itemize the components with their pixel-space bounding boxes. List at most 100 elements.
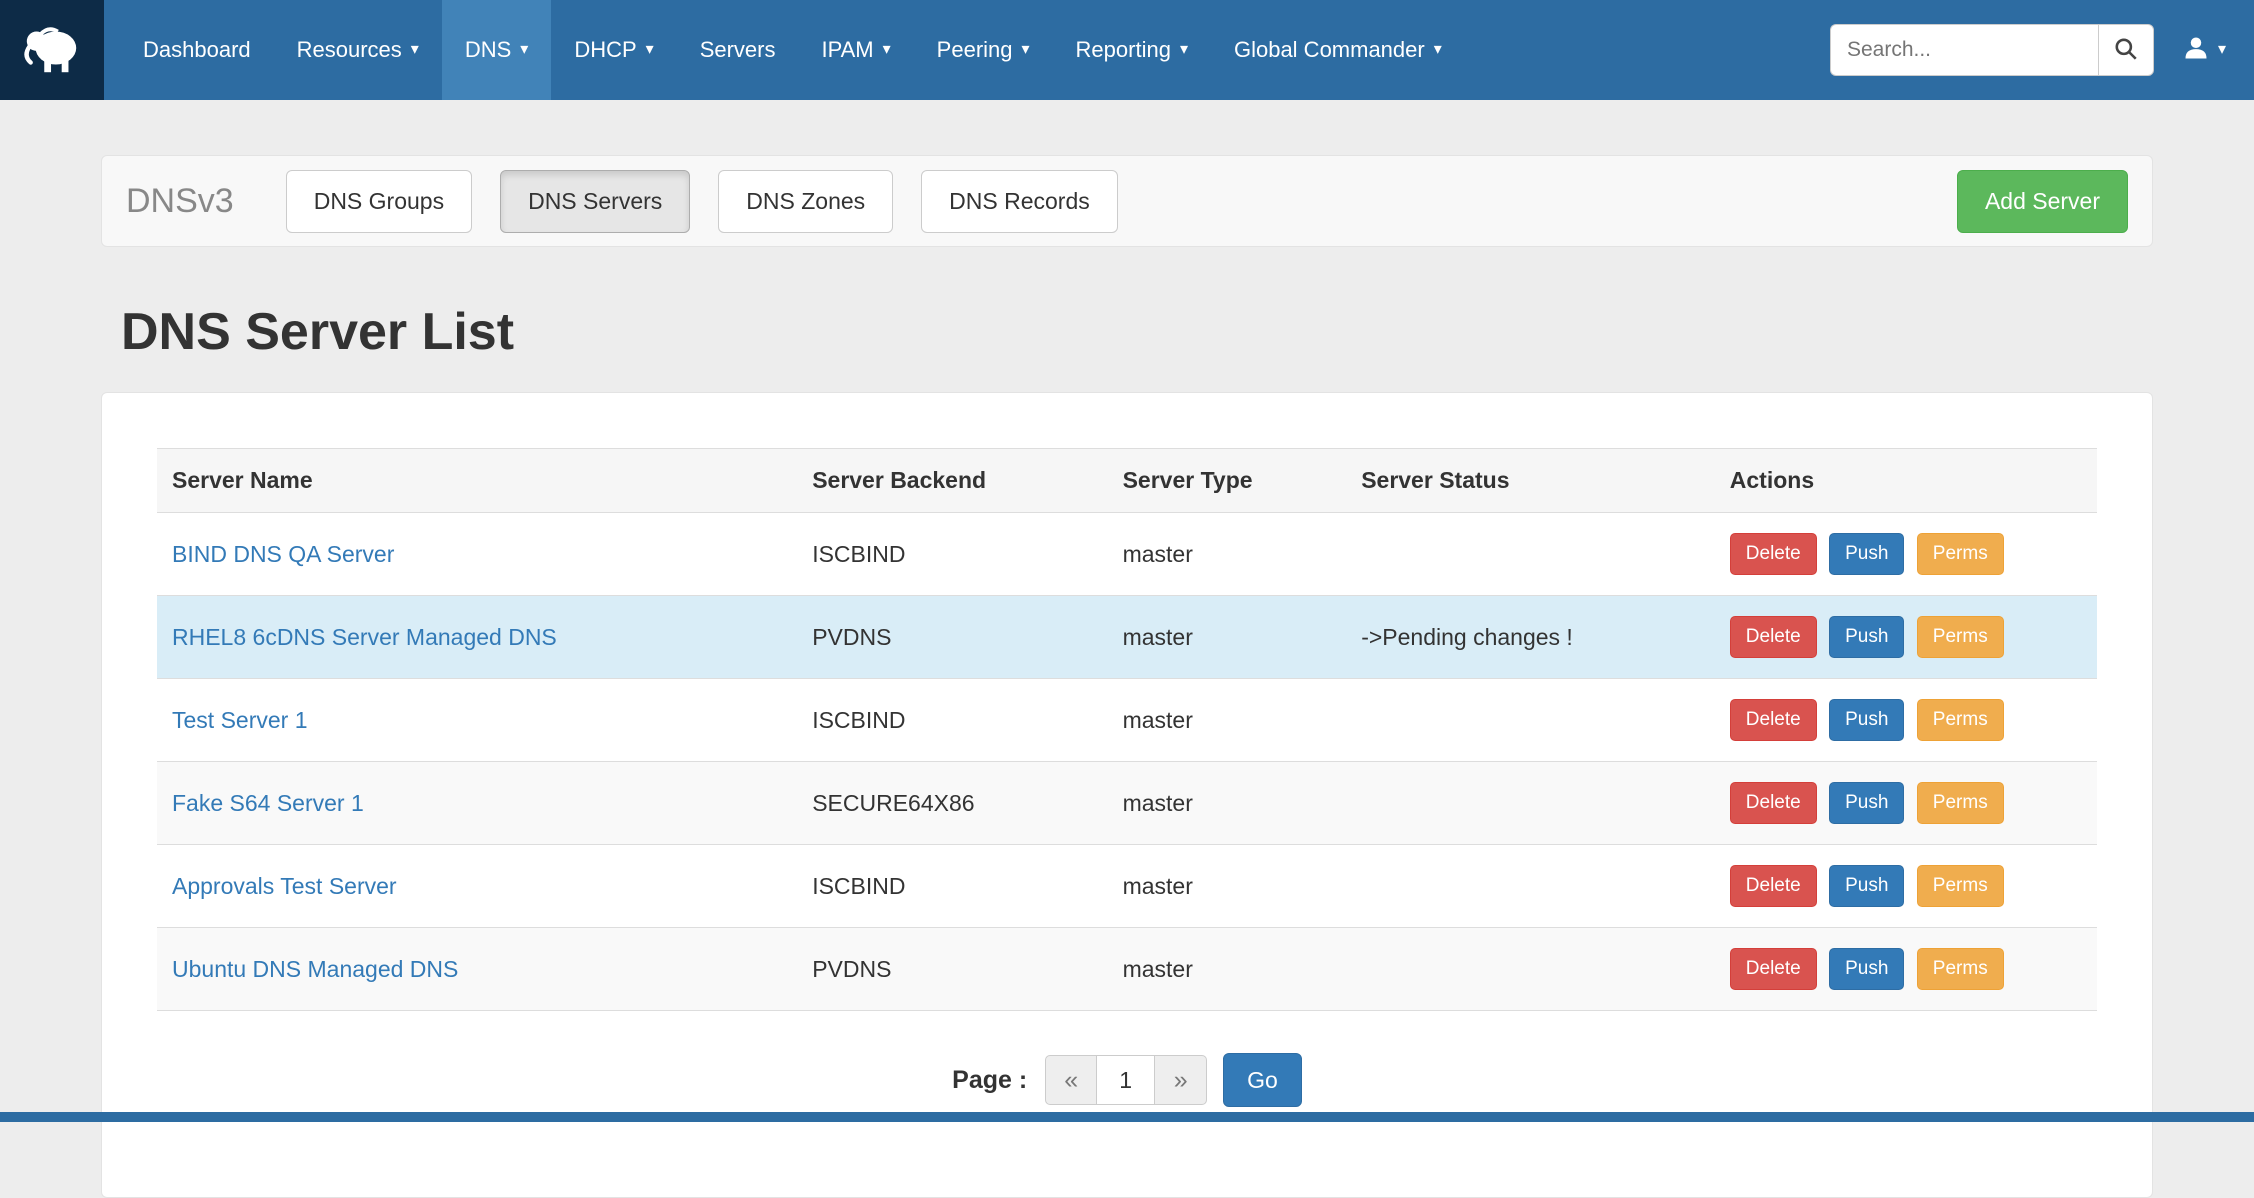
server-status-cell: [1346, 845, 1715, 928]
server-backend-cell: ISCBIND: [797, 513, 1107, 596]
nav-item-dhcp[interactable]: DHCP ▾: [551, 0, 676, 100]
server-backend-cell: PVDNS: [797, 928, 1107, 1011]
nav-item-reporting[interactable]: Reporting ▾: [1053, 0, 1211, 100]
header-server-status: Server Status: [1346, 449, 1715, 513]
top-navbar: Dashboard Resources ▾ DNS ▾ DHCP ▾ Serve…: [0, 0, 2254, 100]
dnsv3-brand: DNSv3: [126, 182, 234, 221]
page-container: DNSv3 DNS Groups DNS Servers DNS Zones D…: [101, 155, 2153, 1198]
table-row: RHEL8 6cDNS Server Managed DNS PVDNS mas…: [157, 596, 2097, 679]
table-row: BIND DNS QA Server ISCBIND master Delete…: [157, 513, 2097, 596]
nav-item-ipam[interactable]: IPAM ▾: [798, 0, 913, 100]
nav-label: DHCP: [574, 37, 636, 63]
server-type-cell: master: [1108, 845, 1347, 928]
pagination: Page : « » Go: [157, 1053, 2097, 1107]
tab-dns-records[interactable]: DNS Records: [921, 170, 1118, 233]
chevron-down-icon: ▾: [520, 42, 528, 58]
table-row: Test Server 1 ISCBIND master Delete Push…: [157, 679, 2097, 762]
footer-bar: [0, 1112, 2254, 1122]
next-page-button[interactable]: »: [1155, 1055, 1207, 1105]
nav-item-peering[interactable]: Peering ▾: [914, 0, 1053, 100]
nav-label: Reporting: [1076, 37, 1171, 63]
server-status-cell: [1346, 762, 1715, 845]
chevron-down-icon: ▾: [883, 42, 891, 58]
nav-item-servers[interactable]: Servers: [677, 0, 799, 100]
push-button[interactable]: Push: [1829, 948, 1904, 990]
mammoth-logo-icon: [21, 17, 83, 84]
delete-button[interactable]: Delete: [1730, 782, 1817, 824]
prev-page-button[interactable]: «: [1045, 1055, 1097, 1105]
nav-label: Servers: [700, 37, 776, 63]
server-name-link[interactable]: Approvals Test Server: [172, 873, 397, 899]
push-button[interactable]: Push: [1829, 533, 1904, 575]
server-type-cell: master: [1108, 762, 1347, 845]
user-icon: [2182, 34, 2210, 67]
perms-button[interactable]: Perms: [1917, 699, 2004, 741]
go-button[interactable]: Go: [1223, 1053, 1302, 1107]
server-status-cell: [1346, 928, 1715, 1011]
nav-label: Dashboard: [143, 37, 251, 63]
chevron-down-icon: ▾: [2218, 42, 2226, 58]
add-server-button[interactable]: Add Server: [1957, 170, 2128, 233]
nav-item-global-commander[interactable]: Global Commander ▾: [1211, 0, 1465, 100]
delete-button[interactable]: Delete: [1730, 948, 1817, 990]
table-header-row: Server Name Server Backend Server Type S…: [157, 449, 2097, 513]
search-input[interactable]: [1830, 24, 2098, 76]
server-name-link[interactable]: Fake S64 Server 1: [172, 790, 364, 816]
perms-button[interactable]: Perms: [1917, 782, 2004, 824]
delete-button[interactable]: Delete: [1730, 616, 1817, 658]
chevron-down-icon: ▾: [1022, 42, 1030, 58]
search-button[interactable]: [2098, 24, 2154, 76]
nav-item-dashboard[interactable]: Dashboard: [120, 0, 274, 100]
nav-label: Global Commander: [1234, 37, 1425, 63]
user-menu[interactable]: ▾: [2182, 34, 2226, 67]
dns-server-table: Server Name Server Backend Server Type S…: [157, 448, 2097, 1011]
tab-dns-zones[interactable]: DNS Zones: [718, 170, 893, 233]
server-status-cell: [1346, 679, 1715, 762]
chevron-down-icon: ▾: [646, 42, 654, 58]
perms-button[interactable]: Perms: [1917, 616, 2004, 658]
server-type-cell: master: [1108, 928, 1347, 1011]
server-backend-cell: SECURE64X86: [797, 762, 1107, 845]
header-actions: Actions: [1715, 449, 2097, 513]
search-group: [1830, 24, 2154, 76]
server-backend-cell: ISCBIND: [797, 679, 1107, 762]
perms-button[interactable]: Perms: [1917, 948, 2004, 990]
push-button[interactable]: Push: [1829, 699, 1904, 741]
server-name-link[interactable]: RHEL8 6cDNS Server Managed DNS: [172, 624, 557, 650]
header-server-type: Server Type: [1108, 449, 1347, 513]
server-type-cell: master: [1108, 596, 1347, 679]
server-backend-cell: PVDNS: [797, 596, 1107, 679]
navbar-right: ▾: [1830, 0, 2254, 100]
app-logo[interactable]: [0, 0, 104, 100]
tab-dns-groups[interactable]: DNS Groups: [286, 170, 472, 233]
nav-item-dns[interactable]: DNS ▾: [442, 0, 551, 100]
delete-button[interactable]: Delete: [1730, 533, 1817, 575]
perms-button[interactable]: Perms: [1917, 865, 2004, 907]
delete-button[interactable]: Delete: [1730, 699, 1817, 741]
header-server-name: Server Name: [157, 449, 797, 513]
server-backend-cell: ISCBIND: [797, 845, 1107, 928]
server-type-cell: master: [1108, 679, 1347, 762]
page-number-input[interactable]: [1097, 1055, 1155, 1105]
search-icon: [2113, 36, 2139, 65]
server-name-link[interactable]: Ubuntu DNS Managed DNS: [172, 956, 458, 982]
table-row: Fake S64 Server 1 SECURE64X86 master Del…: [157, 762, 2097, 845]
server-status-cell: ->Pending changes !: [1346, 596, 1715, 679]
table-row: Ubuntu DNS Managed DNS PVDNS master Dele…: [157, 928, 2097, 1011]
chevron-down-icon: ▾: [411, 42, 419, 58]
chevron-down-icon: ▾: [1180, 42, 1188, 58]
server-name-link[interactable]: Test Server 1: [172, 707, 308, 733]
main-nav: Dashboard Resources ▾ DNS ▾ DHCP ▾ Serve…: [120, 0, 1465, 100]
push-button[interactable]: Push: [1829, 865, 1904, 907]
tab-dns-servers[interactable]: DNS Servers: [500, 170, 690, 233]
nav-label: DNS: [465, 37, 511, 63]
push-button[interactable]: Push: [1829, 782, 1904, 824]
chevron-down-icon: ▾: [1434, 42, 1442, 58]
server-name-link[interactable]: BIND DNS QA Server: [172, 541, 394, 567]
nav-item-resources[interactable]: Resources ▾: [274, 0, 442, 100]
perms-button[interactable]: Perms: [1917, 533, 2004, 575]
delete-button[interactable]: Delete: [1730, 865, 1817, 907]
push-button[interactable]: Push: [1829, 616, 1904, 658]
header-server-backend: Server Backend: [797, 449, 1107, 513]
nav-label: IPAM: [821, 37, 873, 63]
